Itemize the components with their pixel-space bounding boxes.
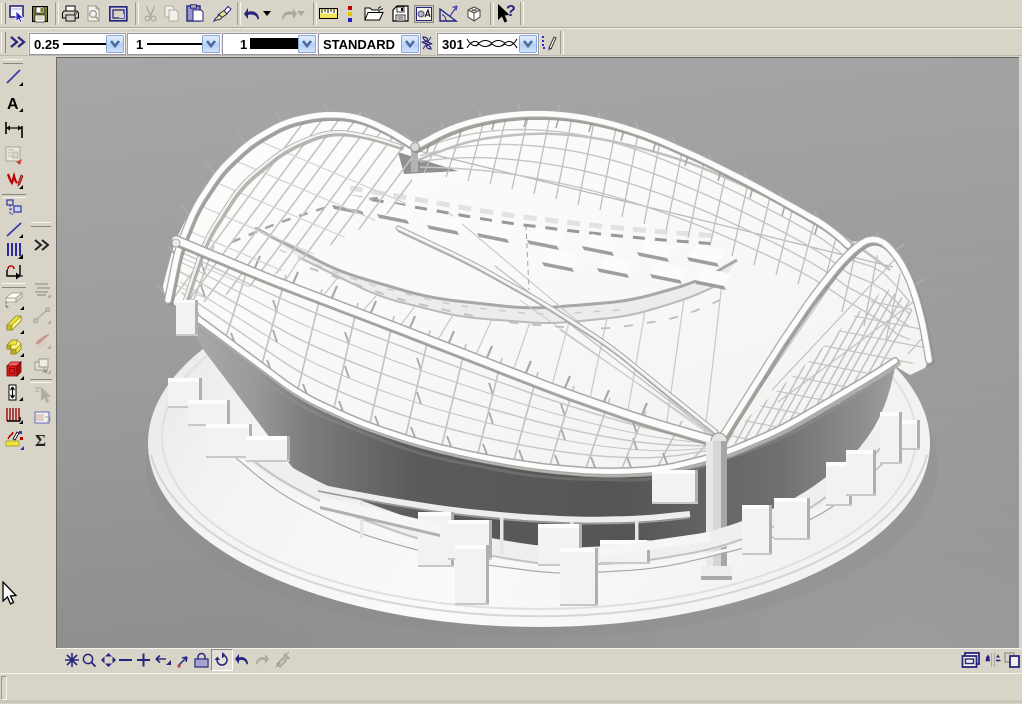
svg-text:A: A	[7, 96, 19, 113]
svg-text:?: ?	[506, 3, 516, 20]
svg-text:Σ: Σ	[35, 431, 46, 450]
